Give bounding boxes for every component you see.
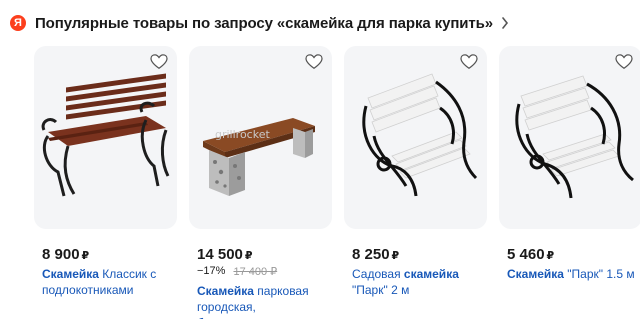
favorite-heart-icon[interactable]: [460, 54, 478, 70]
favorite-heart-icon[interactable]: [305, 54, 323, 70]
product-image[interactable]: [344, 46, 487, 229]
section-title[interactable]: Популярные товары по запросу «скамейка д…: [35, 15, 493, 32]
product-image[interactable]: [499, 46, 640, 229]
bench-park-white-image: [515, 75, 634, 199]
favorite-heart-icon[interactable]: [150, 54, 168, 70]
product-card[interactable]: 8 250 ₽ Садовая скамейка "Парк" 2 м: [344, 46, 487, 319]
chevron-right-icon[interactable]: [501, 16, 511, 30]
bench-classic-image: [41, 73, 170, 197]
product-carousel: 8 900 ₽ Скамейка Классик с подлокотниками: [34, 46, 640, 319]
product-title[interactable]: Скамейка Классик с подлокотниками: [42, 266, 170, 298]
yandex-logo-icon: Я: [10, 15, 26, 31]
section-header[interactable]: Я Популярные товары по запросу «скамейка…: [10, 12, 511, 34]
favorite-heart-icon[interactable]: [615, 54, 633, 70]
product-title[interactable]: Скамейка "Парк" 1.5 м: [507, 266, 635, 282]
product-image[interactable]: [34, 46, 177, 229]
discount-row: −17% 17 400 ₽: [197, 265, 277, 278]
bench-stone-image: grillrocket: [203, 118, 315, 196]
discount-badge: −17%: [197, 265, 226, 277]
product-title[interactable]: Садовая скамейка "Парк" 2 м: [352, 266, 480, 298]
product-price: 5 460 ₽: [507, 246, 555, 263]
product-price: 14 500 ₽: [197, 246, 253, 263]
old-price: 17 400 ₽: [233, 266, 278, 278]
product-card[interactable]: grillrocket 14 500 ₽ −17% 17 400 ₽ Скамей…: [189, 46, 332, 319]
product-price: 8 250 ₽: [352, 246, 400, 263]
product-image[interactable]: grillrocket: [189, 46, 332, 229]
bench-park-white-image: [362, 73, 478, 197]
watermark-text: grillrocket: [215, 128, 270, 141]
product-price: 8 900 ₽: [42, 246, 90, 263]
product-card[interactable]: 5 460 ₽ Скамейка "Парк" 1.5 м: [499, 46, 640, 319]
product-card[interactable]: 8 900 ₽ Скамейка Классик с подлокотниками: [34, 46, 177, 319]
product-title[interactable]: Скамейка парковая городская, бульварная…: [197, 283, 325, 319]
